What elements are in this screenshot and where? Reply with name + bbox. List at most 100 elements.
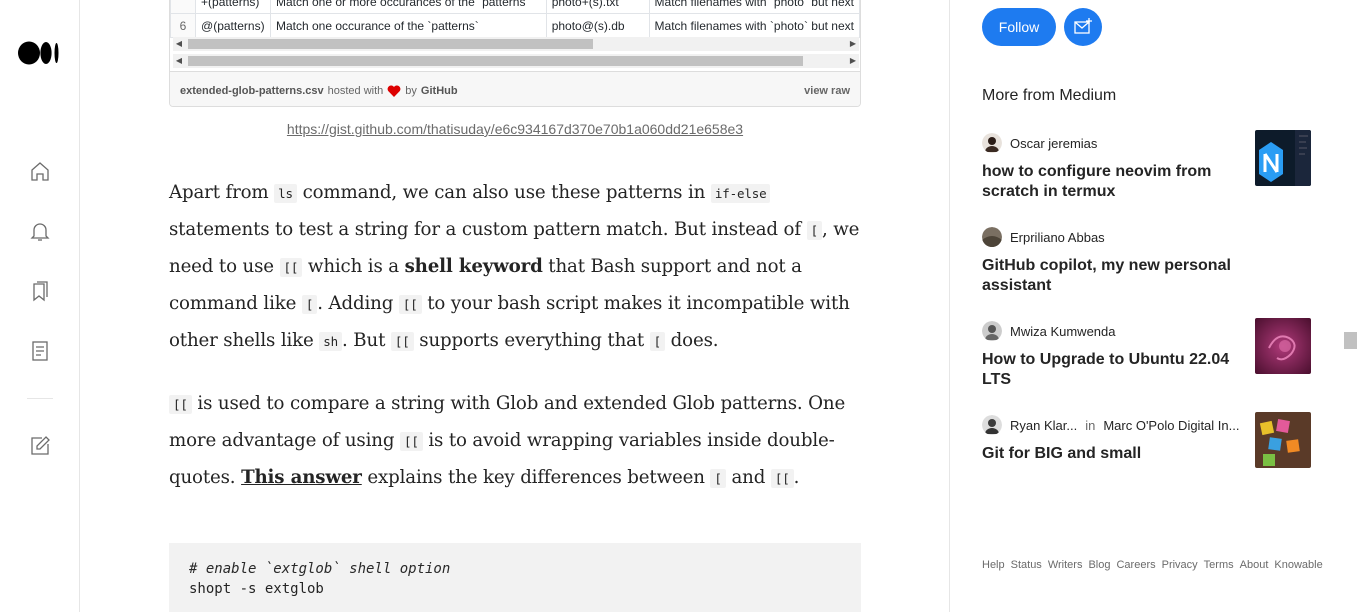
- text: supports everything that: [413, 330, 650, 351]
- publication-name[interactable]: Marc O'Polo Digital In...: [1103, 418, 1239, 433]
- scrollbar-thumb[interactable]: [188, 39, 593, 49]
- inline-code: ls: [274, 184, 297, 203]
- outer-horizontal-scrollbar[interactable]: ◀ ▶: [173, 54, 859, 68]
- table-cell: photo+(s).txt: [545, 0, 650, 14]
- code-comment: # enable `extglob` shell option: [189, 561, 451, 577]
- article-thumbnail[interactable]: [1255, 318, 1311, 374]
- footer-link-careers[interactable]: Careers: [1116, 559, 1155, 571]
- table-cell: Match one occurance of the `patterns`: [269, 13, 547, 38]
- recommendation-item[interactable]: Mwiza Kumwenda How to Upgrade to Ubuntu …: [982, 318, 1312, 390]
- right-sidebar: Follow More from Medium Oscar jeremias h…: [949, 0, 1360, 612]
- avatar: [982, 227, 1002, 247]
- follow-button[interactable]: Follow: [982, 8, 1056, 46]
- bell-icon[interactable]: [28, 219, 52, 243]
- article-thumbnail[interactable]: [1255, 412, 1311, 468]
- inline-code: [[: [279, 258, 303, 277]
- inline-code: [[: [399, 432, 423, 451]
- text: .: [793, 467, 800, 488]
- rec-author[interactable]: Erpriliano Abbas: [982, 227, 1312, 247]
- table-cell: Match filenames with `photo` but next: [648, 0, 860, 14]
- footer-link-about[interactable]: About: [1240, 559, 1269, 571]
- text: . But: [342, 330, 391, 351]
- line-number: 6: [170, 13, 197, 38]
- bold-text: shell keyword: [404, 256, 543, 277]
- table-cell: +(patterns): [195, 0, 271, 14]
- inline-code: [: [649, 332, 666, 351]
- left-rail: [0, 0, 80, 612]
- more-from-medium-heading: More from Medium: [982, 87, 1117, 104]
- author-name[interactable]: Oscar jeremias: [1010, 136, 1097, 151]
- footer-link-blog[interactable]: Blog: [1088, 559, 1110, 571]
- recommendation-item[interactable]: Ryan Klar... in Marc O'Polo Digital In..…: [982, 412, 1312, 468]
- inline-code: [[: [390, 332, 414, 351]
- write-icon[interactable]: [28, 434, 52, 458]
- text: does.: [665, 330, 719, 351]
- author-name[interactable]: Erpriliano Abbas: [1010, 230, 1105, 245]
- footer-links: Help Status Writers Blog Careers Privacy Terms…: [982, 557, 1323, 573]
- inner-horizontal-scrollbar[interactable]: ◀ ▶: [173, 37, 859, 51]
- heart-icon: [387, 85, 401, 97]
- rail-divider: [27, 398, 53, 399]
- subscribe-button[interactable]: [1064, 8, 1102, 46]
- scroll-left-icon[interactable]: ◀: [173, 54, 185, 68]
- inline-code: [[: [169, 395, 192, 414]
- gist-embed: +(patterns) Match one or more occurances…: [169, 0, 861, 107]
- scroll-right-icon[interactable]: ▶: [847, 54, 859, 68]
- medium-logo-icon[interactable]: [18, 40, 60, 66]
- gist-table: +(patterns) Match one or more occurances…: [170, 0, 860, 38]
- rec-title[interactable]: GitHub copilot, my new personal assistan…: [982, 256, 1232, 296]
- rec-title[interactable]: How to Upgrade to Ubuntu 22.04 LTS: [982, 350, 1232, 390]
- article-body: +(patterns) Match one or more occurances…: [169, 0, 861, 612]
- rec-title[interactable]: Git for BIG and small: [982, 444, 1232, 464]
- text: Apart from: [169, 182, 275, 203]
- gist-url-caption[interactable]: https://gist.github.com/thatisuday/e6c93…: [169, 121, 861, 137]
- footer-link-terms[interactable]: Terms: [1204, 559, 1234, 571]
- avatar: [982, 133, 1002, 153]
- text: and: [725, 467, 771, 488]
- scrollbar-thumb[interactable]: [188, 56, 803, 66]
- rec-title[interactable]: how to configure neovim from scratch in …: [982, 162, 1232, 202]
- subscribe-mail-icon: [1074, 18, 1092, 34]
- page-scrollbar-thumb[interactable]: [1344, 332, 1357, 349]
- inline-code: [: [301, 295, 318, 314]
- article-thumbnail[interactable]: [1255, 130, 1311, 186]
- footer-link-privacy[interactable]: Privacy: [1162, 559, 1198, 571]
- code-block: # enable `extglob` shell option shopt -s…: [169, 543, 861, 612]
- recommendation-item[interactable]: Erpriliano Abbas GitHub copilot, my new …: [982, 227, 1312, 296]
- footer-link-writers[interactable]: Writers: [1048, 559, 1083, 571]
- scroll-right-icon[interactable]: ▶: [847, 37, 859, 51]
- view-raw-link[interactable]: view raw: [804, 85, 850, 97]
- table-row: 6 @(patterns) Match one occurance of the…: [170, 13, 860, 38]
- footer-link-status[interactable]: Status: [1011, 559, 1042, 571]
- table-cell: photo@(s).db: [545, 13, 650, 38]
- bookmarks-icon[interactable]: [28, 279, 52, 303]
- author-name[interactable]: Ryan Klar...: [1010, 418, 1077, 433]
- gist-footer: extended-glob-patterns.csv hosted with b…: [170, 71, 860, 106]
- paragraph: [[ is used to compare a string with Glob…: [169, 386, 861, 497]
- inline-code: [[: [398, 295, 422, 314]
- gist-meta: extended-glob-patterns.csv hosted with b…: [180, 85, 458, 97]
- paragraph: Apart from ls command, we can also use t…: [169, 175, 861, 360]
- table-cell: @(patterns): [195, 13, 271, 38]
- avatar: [982, 321, 1002, 341]
- author-name[interactable]: Mwiza Kumwenda: [1010, 324, 1116, 339]
- home-icon[interactable]: [28, 159, 52, 183]
- scroll-left-icon[interactable]: ◀: [173, 37, 185, 51]
- github-link[interactable]: GitHub: [421, 85, 458, 97]
- inline-code: if-else: [710, 184, 771, 203]
- text: explains the key differences between: [361, 467, 711, 488]
- this-answer-link[interactable]: This answer: [241, 467, 362, 488]
- recommendation-item[interactable]: Oscar jeremias how to configure neovim f…: [982, 130, 1312, 202]
- inline-code: [[: [770, 469, 794, 488]
- stories-icon[interactable]: [28, 339, 52, 363]
- inline-code: [: [806, 221, 822, 240]
- line-number: [170, 0, 197, 14]
- hosted-with-text: hosted with: [327, 85, 384, 97]
- table-cell: Match filenames with `photo` but next: [648, 13, 860, 38]
- in-text: in: [1085, 417, 1096, 433]
- text: command, we can also use these patterns …: [296, 182, 711, 203]
- gist-filename-link[interactable]: extended-glob-patterns.csv: [180, 85, 324, 97]
- footer-link-help[interactable]: Help: [982, 559, 1005, 571]
- text: statements to test a string for a custom…: [169, 219, 807, 240]
- footer-link-knowable[interactable]: Knowable: [1274, 559, 1322, 571]
